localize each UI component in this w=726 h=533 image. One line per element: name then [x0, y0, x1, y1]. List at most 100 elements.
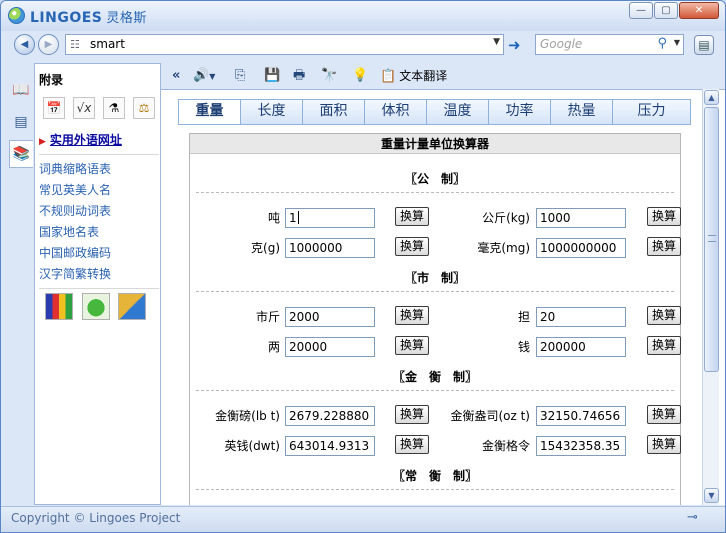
sidebar-item-irregular-verbs[interactable]: 不规则动词表	[39, 201, 159, 222]
calendar-icon[interactable]: 📅	[43, 97, 65, 119]
app-brand: LINGOES	[30, 10, 103, 26]
app-window: LINGOES 灵格斯 — ▢ ✕ ◀ ▶ ☷ smart ▼ ➜ Google …	[0, 0, 726, 533]
unit-label: 金衡磅(lb t)	[215, 409, 280, 423]
convert-button[interactable]: 换算	[395, 207, 429, 226]
sidebar-item-abbreviations[interactable]: 词典缩略语表	[39, 159, 159, 180]
tab-unit-4[interactable]: 温度	[427, 99, 489, 124]
tab-unit-0[interactable]: 重量	[178, 99, 241, 125]
minimize-button[interactable]: —	[629, 2, 653, 19]
print-icon[interactable]: 🖶	[293, 67, 305, 85]
text-translate-button[interactable]: 📋 文本翻译	[380, 67, 447, 85]
tab-unit-7[interactable]: 压力	[613, 99, 691, 124]
content-toolbar: « 🔊▼ ⎘ 💾 🖶 🔭 💡 📋 文本翻译	[161, 63, 725, 89]
convert-button[interactable]: 换算	[647, 336, 681, 355]
sidebar-links: ▶ 实用外语网址 词典缩略语表 常见英美人名 不规则动词表 国家地名表 中国邮政编…	[39, 130, 159, 293]
convert-button[interactable]: 换算	[395, 435, 429, 454]
address-dropdown-icon[interactable]: ▼	[493, 37, 500, 47]
lingoes-logo-icon	[8, 7, 25, 24]
section-heading: 〖金 衡 制〗	[392, 370, 477, 384]
convert-button[interactable]: 换算	[647, 435, 681, 454]
tab-unit-3[interactable]: 体积	[365, 99, 427, 124]
unit-value-input[interactable]: 643014.9313	[285, 436, 375, 456]
sidebar-item-postal-codes[interactable]: 中国邮政编码	[39, 243, 159, 264]
convert-button[interactable]: 换算	[395, 405, 429, 424]
sidebar-divider	[39, 288, 159, 289]
section-heading: 〖市 制〗	[404, 271, 465, 285]
unit-value-input[interactable]: 1000000	[285, 238, 375, 258]
unit-label: 公斤(kg)	[482, 211, 530, 225]
tetris-icon[interactable]	[45, 293, 73, 320]
sqrt-icon[interactable]: √x	[73, 97, 95, 119]
side-panel-tabs: 📖 ▤ 📚	[8, 63, 34, 505]
sidebar-item-names[interactable]: 常见英美人名	[39, 180, 159, 201]
sidebar-heading: 附录	[39, 73, 64, 87]
scroll-thumb[interactable]	[704, 107, 719, 372]
back-button[interactable]: ◀	[14, 34, 35, 55]
puzzle-icon[interactable]	[118, 293, 146, 320]
sidebar-item-place-names[interactable]: 国家地名表	[39, 222, 159, 243]
save-icon[interactable]: 💾	[264, 67, 280, 85]
unit-label: 金衡盎司(oz t)	[450, 409, 530, 423]
unit-value-input[interactable]: 1000	[536, 208, 626, 228]
search-dropdown-icon[interactable]: ▼	[674, 38, 680, 47]
main-menu-icon[interactable]: ▤	[694, 35, 714, 55]
sidebar-item-foreign-sites[interactable]: ▶ 实用外语网址	[39, 130, 159, 151]
dictionary-book-icon[interactable]: 📖	[9, 77, 33, 105]
collapse-icon[interactable]: «	[172, 67, 180, 85]
unit-value-input[interactable]: 20000	[285, 337, 375, 357]
convert-button[interactable]: 换算	[647, 207, 681, 226]
unit-value: 2000	[289, 310, 320, 324]
unit-value-input[interactable]: 15432358.35	[536, 436, 626, 456]
appendix-books-icon[interactable]: 📚	[9, 140, 33, 168]
unit-value: 15432358.35	[540, 439, 621, 453]
unit-label: 市斤	[255, 310, 280, 324]
search-input[interactable]: Google ⚲ ▼	[535, 34, 684, 55]
find-icon[interactable]: 🔭	[321, 67, 337, 85]
convert-button[interactable]: 换算	[395, 306, 429, 325]
tab-unit-5[interactable]: 功率	[489, 99, 551, 124]
section-heading: 〖公 制〗	[404, 172, 465, 186]
unit-value-input[interactable]: 1000000000	[536, 238, 626, 258]
search-icon[interactable]: ⚲	[657, 36, 667, 51]
document-icon[interactable]: ▤	[9, 109, 33, 137]
copy-icon[interactable]: ⎘	[235, 67, 245, 85]
text-translate-label: 文本翻译	[399, 69, 448, 83]
scroll-up-icon[interactable]: ▲	[704, 90, 719, 105]
pin-icon[interactable]: ⊸	[687, 510, 698, 525]
go-arrow-icon[interactable]: ➜	[508, 36, 521, 54]
address-input[interactable]: ☷ smart ▼	[65, 34, 504, 55]
unit-value: 1000000000	[540, 241, 617, 255]
convert-button[interactable]: 换算	[395, 237, 429, 256]
sidebar-divider	[39, 154, 159, 155]
unit-value-input[interactable]: 2000	[285, 307, 375, 327]
unit-value-input[interactable]: 20	[536, 307, 626, 327]
unit-value-input[interactable]: 200000	[536, 337, 626, 357]
unit-label: 担	[517, 310, 530, 324]
sidebar-item-chinese-convert[interactable]: 汉字简繁转换	[39, 264, 159, 285]
tab-unit-2[interactable]: 面积	[303, 99, 365, 124]
unit-value-input[interactable]: 1	[285, 208, 375, 228]
forward-button[interactable]: ▶	[38, 34, 59, 55]
convert-button[interactable]: 换算	[395, 336, 429, 355]
unit-label: 钱	[517, 340, 530, 354]
flask-icon[interactable]: ⚗	[103, 97, 125, 119]
tab-unit-1[interactable]: 长度	[241, 99, 303, 124]
convert-button[interactable]: 换算	[647, 306, 681, 325]
content-area: 重量 长度 面积 体积 温度 功率 热量 压力 重量计量单位换算器 〖公 制〗吨 1 换算 公斤(k…	[161, 89, 725, 505]
speaker-icon[interactable]: 🔊▼	[193, 67, 215, 85]
unit-value: 1	[289, 211, 297, 225]
tab-unit-6[interactable]: 热量	[551, 99, 613, 124]
unit-value-input[interactable]: 2679.228880	[285, 406, 375, 426]
scale-icon[interactable]: ⚖	[133, 97, 155, 119]
vertical-scrollbar[interactable]: ▲ ▼	[702, 89, 719, 505]
scroll-down-icon[interactable]: ▼	[704, 488, 719, 503]
convert-button[interactable]: 换算	[647, 237, 681, 256]
tip-bulb-icon[interactable]: 💡	[352, 67, 368, 85]
close-button[interactable]: ✕	[679, 2, 719, 19]
convert-button[interactable]: 换算	[647, 405, 681, 424]
address-toolbar: ◀ ▶ ☷ smart ▼ ➜ Google ⚲ ▼ ▤	[1, 31, 725, 59]
maximize-button[interactable]: ▢	[654, 2, 678, 19]
unit-label: 毫克(mg)	[477, 241, 530, 255]
dragon-icon[interactable]	[82, 293, 110, 320]
unit-value-input[interactable]: 32150.74656	[536, 406, 626, 426]
